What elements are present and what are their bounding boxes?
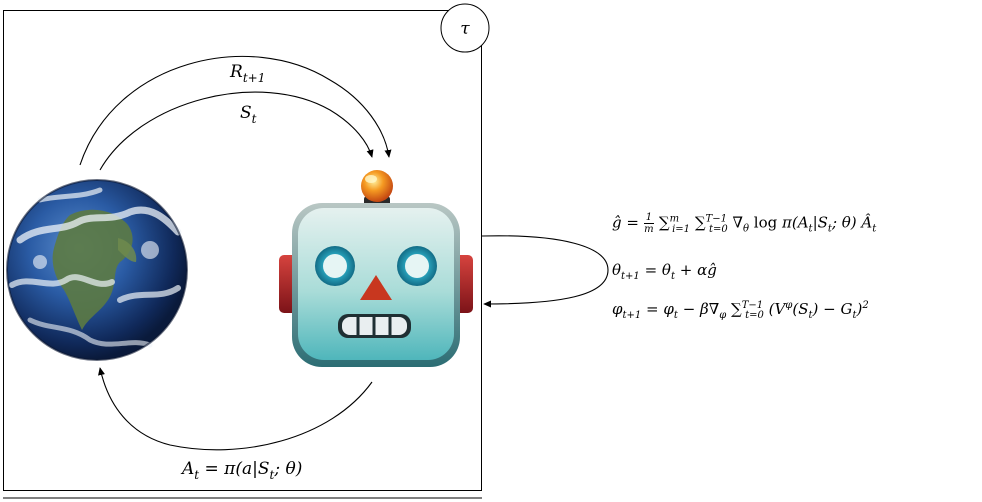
state-arrow (99, 91, 374, 171)
trajectory-symbol: τ (460, 19, 470, 39)
action-arrow (98, 367, 373, 451)
action-label: At = π(a|St; θ) (180, 459, 302, 482)
phi-update-equation: φt+1 = φt − β∇φ ∑T−1t=0 (Vφ(St) − Gt)2 (612, 300, 869, 321)
reward-label: Rt+1 (229, 62, 265, 85)
state-label: St (240, 103, 257, 126)
update-loop-arrow (481, 235, 609, 308)
theta-update-equation: θt+1 = θt + αĝ (612, 261, 717, 282)
earth-globe-icon (6, 179, 188, 361)
policy-gradient-equation: ĝ = 1m ∑mi=1 ∑T−1t=0 ∇θ log π(At|St; θ) … (612, 212, 877, 235)
rl-diagram: τ Rt+1 St At = π(a|St; θ) (3, 3, 609, 499)
robot-face-icon (279, 170, 473, 367)
